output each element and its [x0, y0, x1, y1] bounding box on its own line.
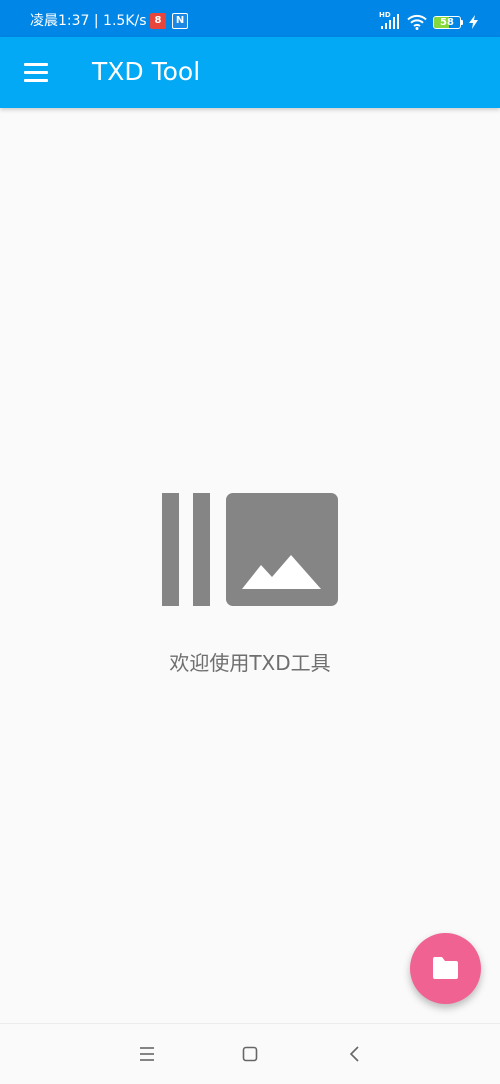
welcome-text: 欢迎使用TXD工具: [169, 651, 331, 675]
recents-menu-icon: [140, 1047, 154, 1061]
signal-icon: HD: [379, 11, 401, 30]
battery-icon: 58: [433, 15, 461, 29]
battery-tip: [461, 19, 463, 25]
battery-level-text: 58: [440, 16, 454, 28]
battery-indicator: 58: [433, 15, 463, 29]
notification-n-icon: N: [172, 13, 188, 29]
system-nav-bar: [0, 1023, 500, 1084]
status-indicators: HD 58: [379, 11, 478, 32]
wifi-icon: [407, 14, 427, 30]
status-time: 凌晨1:37 | 1.5K/s: [30, 13, 147, 29]
recents-button[interactable]: [132, 1039, 162, 1069]
hamburger-menu-icon-line-top: [24, 63, 48, 66]
home-square-icon: [242, 1046, 258, 1062]
app-bar: TXD Tool: [0, 37, 500, 108]
status-bar: 凌晨1:37 | 1.5K/s 8 N HD 58: [0, 0, 500, 37]
app-title: TXD Tool: [92, 57, 201, 86]
notification-app-icon: 8: [150, 13, 166, 29]
back-chevron-icon: [349, 1046, 359, 1062]
open-folder-fab[interactable]: [410, 933, 481, 1004]
image-gallery-icon: [162, 493, 338, 606]
home-button[interactable]: [235, 1039, 265, 1069]
folder-icon: [433, 957, 458, 979]
charging-icon: [469, 15, 478, 29]
hamburger-menu-icon-line-middle: [24, 71, 48, 74]
hamburger-menu-icon-line-bottom: [24, 79, 48, 82]
menu-button[interactable]: [14, 50, 58, 94]
back-button[interactable]: [340, 1039, 370, 1069]
